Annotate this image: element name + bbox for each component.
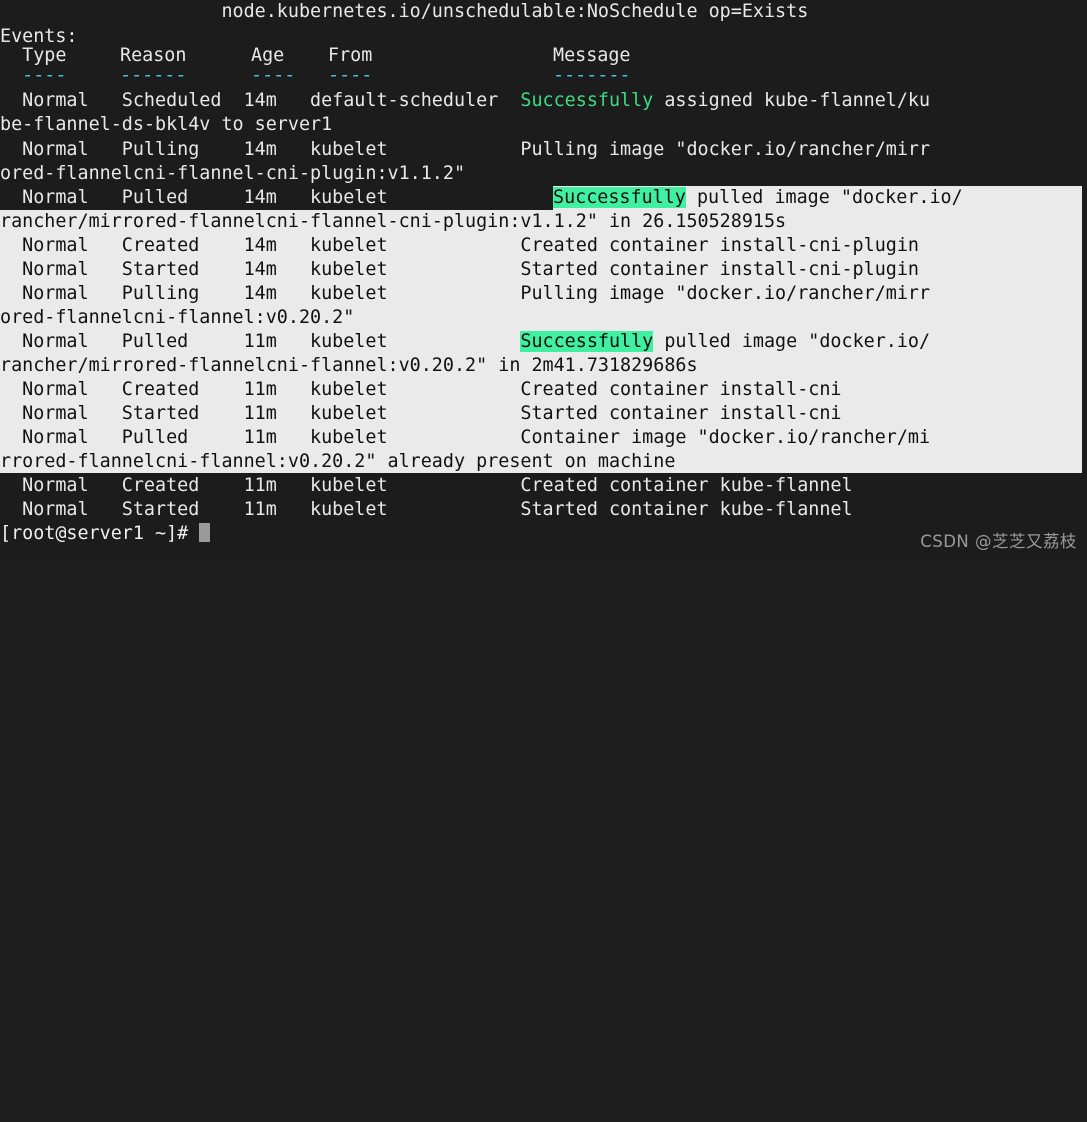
event-row-started-install-cni: Normal Started 11m kubelet Started conta…: [0, 403, 842, 424]
event-row-scheduled: Normal Scheduled 14m default-scheduler S…: [0, 89, 930, 113]
toleration-line: node.kubernetes.io/unschedulable:NoSched…: [0, 1, 809, 22]
event-row-pulled-cni-plugin-msg: Successfully pulled image "docker.io/: [553, 186, 963, 210]
shell-prompt[interactable]: [root@server1 ~]#: [0, 522, 211, 546]
event-row-started-install-cni-plugin: Normal Started 14m kubelet Started conta…: [0, 259, 919, 280]
event-msg-scheduled-rest: assigned kube-flannel/ku: [653, 90, 931, 111]
event-row-created-install-cni-plugin: Normal Created 14m kubelet Created conta…: [0, 235, 919, 256]
column-rule-from: ----: [328, 65, 373, 86]
event-row-started-kube-flannel: Normal Started 11m kubelet Started conta…: [0, 499, 853, 520]
column-rule-age: ----: [251, 65, 296, 86]
terminal-window[interactable]: node.kubernetes.io/unschedulable:NoSched…: [0, 0, 1087, 561]
event-msg-successfully-highlight-2: Successfully: [520, 331, 654, 352]
event-row-created-install-cni: Normal Created 11m kubelet Created conta…: [0, 379, 842, 400]
event-row-pulled-cni-plugin-cols: Normal Pulled 14m kubelet: [0, 187, 521, 208]
shell-prompt-text: [root@server1 ~]#: [0, 523, 200, 544]
event-msg-pulled-flannel-rest: pulled image "docker.io/: [653, 331, 931, 352]
column-rule-reason: ------: [120, 65, 187, 86]
event-row-created-kube-flannel: Normal Created 11m kubelet Created conta…: [0, 475, 853, 496]
column-rule-message: -------: [553, 65, 631, 86]
event-row-pulling-flannel: Normal Pulling 14m kubelet Pulling image…: [0, 283, 931, 304]
event-row-pulled-flannel-wrap: rancher/mirrored-flannelcni-flannel:v0.2…: [0, 355, 698, 376]
event-row-scheduled-wrap: be-flannel-ds-bkl4v to server1: [0, 114, 333, 135]
event-row-pulled-flannel: Normal Pulled 11m kubelet Successfully p…: [0, 330, 930, 354]
event-row-scheduled-cols: Normal Scheduled 14m default-scheduler: [0, 90, 521, 111]
column-rule-type: ----: [0, 65, 67, 86]
event-row-pulling-flannel-wrap: ored-flannelcni-flannel:v0.20.2": [0, 307, 355, 328]
event-msg-successfully-green: Successfully: [520, 90, 654, 111]
event-row-pulling-cni-plugin-wrap: ored-flannelcni-flannel-cni-plugin:v1.1.…: [0, 163, 466, 184]
event-row-pulled-already-present-wrap: rrored-flannelcni-flannel:v0.20.2" alrea…: [0, 451, 676, 472]
event-row-pulled-cni-plugin-wrap: rancher/mirrored-flannelcni-flannel-cni-…: [0, 211, 787, 232]
text-cursor: [199, 523, 211, 542]
event-row-pulled-already-present: Normal Pulled 11m kubelet Container imag…: [0, 427, 931, 448]
event-msg-pulled-cni-plugin-rest: pulled image "docker.io/: [685, 187, 963, 208]
csdn-watermark: CSDN @芝芝又荔枝: [920, 532, 1077, 551]
event-row-pulling-cni-plugin: Normal Pulling 14m kubelet Pulling image…: [0, 139, 931, 160]
event-row-pulled-flannel-cols: Normal Pulled 11m kubelet: [0, 331, 521, 352]
event-msg-successfully-highlight-1: Successfully: [553, 187, 686, 208]
